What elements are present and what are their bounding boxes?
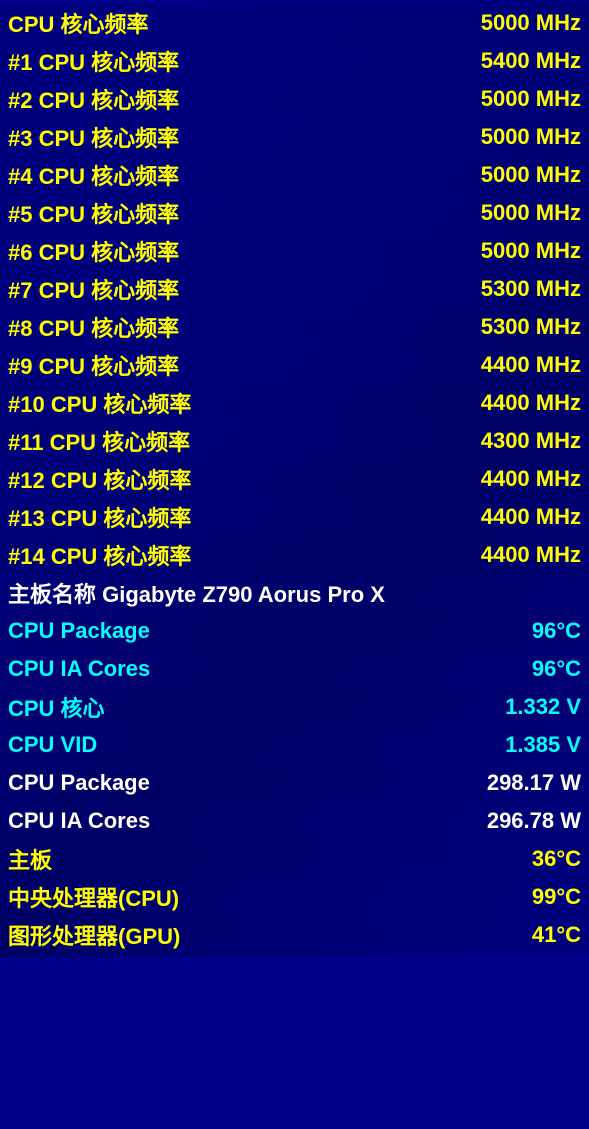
row-value: 5300 MHz (481, 314, 581, 340)
row-value: 1.385 V (505, 732, 581, 758)
row-value: 36°C (532, 846, 581, 872)
row-value: 1.332 V (505, 694, 581, 720)
row-label: #13 CPU 核心频率 (8, 501, 191, 533)
table-row: 图形处理器(GPU) 41°C (0, 916, 589, 954)
table-row: 主板名称 Gigabyte Z790 Aorus Pro X (0, 574, 589, 612)
row-label: CPU VID (8, 732, 97, 758)
row-value: 5000 MHz (481, 200, 581, 226)
row-label: #8 CPU 核心频率 (8, 311, 179, 343)
table-row: #4 CPU 核心频率 5000 MHz (0, 156, 589, 194)
row-label: 主板 (8, 843, 52, 875)
row-value: 4400 MHz (481, 504, 581, 530)
row-label: #11 CPU 核心频率 (8, 425, 190, 457)
row-value: 99°C (532, 884, 581, 910)
row-label: #6 CPU 核心频率 (8, 235, 179, 267)
table-row: CPU IA Cores 296.78 W (0, 802, 589, 840)
row-value: 5000 MHz (481, 238, 581, 264)
row-label: CPU Package (8, 770, 150, 796)
row-value: 41°C (532, 922, 581, 948)
table-row: #8 CPU 核心频率 5300 MHz (0, 308, 589, 346)
table-row: #1 CPU 核心频率 5400 MHz (0, 42, 589, 80)
table-row: CPU Package 298.17 W (0, 764, 589, 802)
row-label: #9 CPU 核心频率 (8, 349, 179, 381)
table-row: CPU VID 1.385 V (0, 726, 589, 764)
table-row: #10 CPU 核心频率 4400 MHz (0, 384, 589, 422)
row-label: CPU 核心 (8, 691, 105, 723)
table-row: #3 CPU 核心频率 5000 MHz (0, 118, 589, 156)
row-value: 4400 MHz (481, 466, 581, 492)
row-label: #1 CPU 核心频率 (8, 45, 179, 77)
row-label: CPU Package (8, 618, 150, 644)
table-row: CPU IA Cores 96°C (0, 650, 589, 688)
main-container: CPU 核心频率 5000 MHz #1 CPU 核心频率 5400 MHz #2 CP… (0, 0, 589, 958)
row-value: 5400 MHz (481, 48, 581, 74)
table-row: #5 CPU 核心频率 5000 MHz (0, 194, 589, 232)
table-row: 中央处理器(CPU) 99°C (0, 878, 589, 916)
table-row: #9 CPU 核心频率 4400 MHz (0, 346, 589, 384)
row-value: 5000 MHz (481, 162, 581, 188)
row-value: 96°C (532, 618, 581, 644)
row-label: 图形处理器(GPU) (8, 919, 180, 951)
row-label: #5 CPU 核心频率 (8, 197, 179, 229)
row-value: 96°C (532, 656, 581, 682)
row-label: #10 CPU 核心频率 (8, 387, 191, 419)
table-row: #2 CPU 核心频率 5000 MHz (0, 80, 589, 118)
row-label: CPU IA Cores (8, 808, 150, 834)
table-row: 主板 36°C (0, 840, 589, 878)
row-label: #7 CPU 核心频率 (8, 273, 179, 305)
table-row: #6 CPU 核心频率 5000 MHz (0, 232, 589, 270)
row-value: 296.78 W (487, 808, 581, 834)
table-row: #12 CPU 核心频率 4400 MHz (0, 460, 589, 498)
table-row: CPU 核心 1.332 V (0, 688, 589, 726)
row-label: CPU 核心频率 (8, 7, 149, 39)
row-value: 4400 MHz (481, 542, 581, 568)
row-label: #12 CPU 核心频率 (8, 463, 191, 495)
row-label: CPU IA Cores (8, 656, 150, 682)
table-row: CPU 核心频率 5000 MHz (0, 4, 589, 42)
row-label: #2 CPU 核心频率 (8, 83, 179, 115)
row-value: 5000 MHz (481, 86, 581, 112)
row-value: 5300 MHz (481, 276, 581, 302)
table-row: CPU Package 96°C (0, 612, 589, 650)
table-row: #14 CPU 核心频率 4400 MHz (0, 536, 589, 574)
row-value: 5000 MHz (481, 10, 581, 36)
table-row: #11 CPU 核心频率 4300 MHz (0, 422, 589, 460)
row-label: 中央处理器(CPU) (8, 881, 179, 913)
row-label: #3 CPU 核心频率 (8, 121, 179, 153)
row-label: #4 CPU 核心频率 (8, 159, 179, 191)
row-value: 5000 MHz (481, 124, 581, 150)
row-label: 主板名称 Gigabyte Z790 Aorus Pro X (8, 577, 385, 609)
row-label: #14 CPU 核心频率 (8, 539, 191, 571)
row-value: 4400 MHz (481, 390, 581, 416)
table-row: #13 CPU 核心频率 4400 MHz (0, 498, 589, 536)
row-value: 4400 MHz (481, 352, 581, 378)
row-value: 4300 MHz (481, 428, 581, 454)
table-row: #7 CPU 核心频率 5300 MHz (0, 270, 589, 308)
row-value: 298.17 W (487, 770, 581, 796)
